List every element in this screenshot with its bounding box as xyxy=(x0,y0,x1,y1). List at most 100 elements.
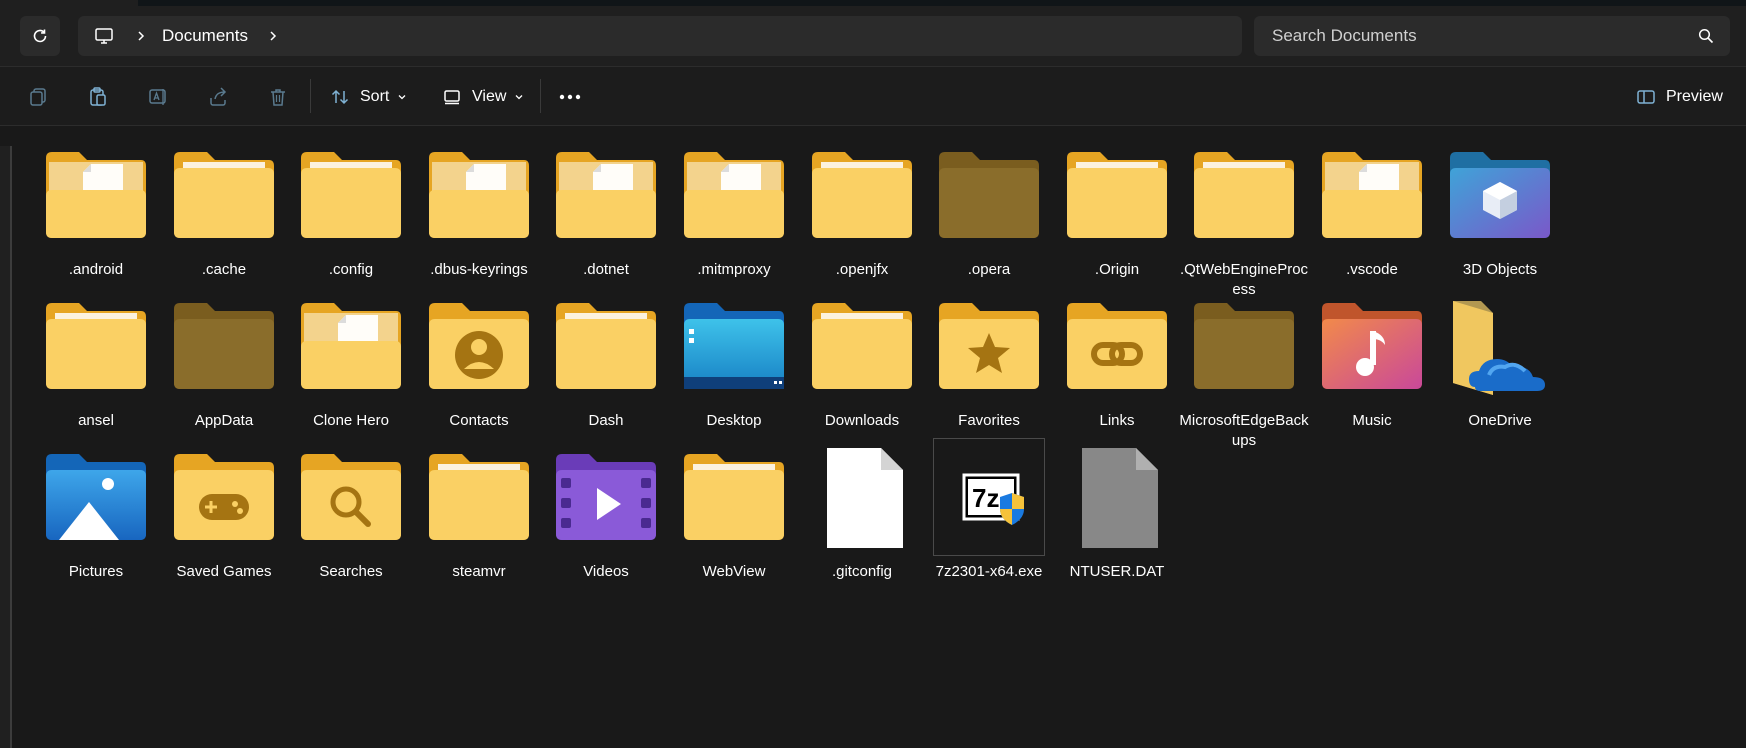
chevron-right-icon[interactable] xyxy=(268,30,278,42)
paste-icon[interactable] xyxy=(86,85,110,109)
search-input[interactable] xyxy=(1270,25,1674,47)
grid-item[interactable]: steamvr xyxy=(409,446,549,582)
grid-item[interactable]: Videos xyxy=(536,446,676,582)
grid-item[interactable]: Desktop xyxy=(664,295,804,431)
links-folder-icon xyxy=(1062,295,1172,399)
item-name: .config xyxy=(328,261,374,278)
saved-games-folder-icon xyxy=(169,446,279,550)
grid-item[interactable]: NTUSER.DAT xyxy=(1047,446,1187,582)
grid-item[interactable]: MicrosoftEdgeBackups xyxy=(1174,295,1314,451)
grid-item[interactable]: OneDrive xyxy=(1430,295,1570,431)
grid-item[interactable]: .config xyxy=(281,144,421,280)
folder-hidden-icon xyxy=(934,144,1044,248)
selection-frame: 7z xyxy=(933,438,1045,556)
grid-item[interactable]: .openjfx xyxy=(792,144,932,280)
item-name: .Origin xyxy=(1094,261,1140,278)
grid-item[interactable]: Saved Games xyxy=(154,446,294,582)
grid-item[interactable]: .dotnet xyxy=(536,144,676,280)
preview-button[interactable]: Preview xyxy=(1636,83,1723,111)
item-name: ansel xyxy=(78,412,114,429)
copy-icon[interactable] xyxy=(26,85,50,109)
view-button[interactable]: View xyxy=(442,83,524,111)
item-name: steamvr xyxy=(452,563,506,580)
folder-icon xyxy=(551,295,661,399)
grid-item[interactable]: .mitmproxy xyxy=(664,144,804,280)
this-pc-icon[interactable] xyxy=(94,27,114,45)
toolbar-separator xyxy=(310,79,311,113)
grid-item[interactable]: .opera xyxy=(919,144,1059,280)
item-name: Videos xyxy=(583,563,629,580)
system-file-icon xyxy=(1062,446,1172,550)
folder-with-file-icon xyxy=(296,295,406,399)
grid-item[interactable]: .Origin xyxy=(1047,144,1187,280)
grid-item[interactable]: ansel xyxy=(26,295,166,431)
grid-item[interactable]: 7z 7z2301-x64.exe xyxy=(919,438,1059,582)
view-icon xyxy=(444,90,460,105)
svg-text:7z: 7z xyxy=(972,483,999,513)
grid-item[interactable]: .gitconfig xyxy=(792,446,932,582)
folder-with-file-icon xyxy=(679,144,789,248)
folder-icon xyxy=(679,446,789,550)
item-name: Dash xyxy=(588,412,624,429)
grid-item[interactable]: Clone Hero xyxy=(281,295,421,431)
grid-item[interactable]: .cache xyxy=(154,144,294,280)
item-name: Links xyxy=(1099,412,1135,429)
folder-icon xyxy=(1062,144,1172,248)
videos-folder-icon xyxy=(551,446,661,550)
refresh-icon xyxy=(33,29,47,43)
grid-item[interactable]: .QtWebEngineProcess xyxy=(1174,144,1314,300)
search-icon[interactable] xyxy=(1698,28,1714,44)
sort-button[interactable]: Sort xyxy=(330,83,407,111)
navigation-pane-edge[interactable] xyxy=(0,146,12,748)
refresh-button[interactable] xyxy=(20,16,60,56)
more-options-icon[interactable] xyxy=(558,85,582,109)
sort-icon xyxy=(331,89,349,105)
folder-with-file-icon xyxy=(551,144,661,248)
chevron-down-icon xyxy=(397,93,407,101)
item-name: .opera xyxy=(967,261,1011,278)
item-name: Favorites xyxy=(958,412,1020,429)
chevron-down-icon xyxy=(514,93,524,101)
desktop-folder-icon xyxy=(679,295,789,399)
rename-icon[interactable] xyxy=(146,85,170,109)
item-name: .android xyxy=(68,261,124,278)
grid-item[interactable]: Dash xyxy=(536,295,676,431)
grid-item[interactable]: Music xyxy=(1302,295,1442,431)
grid-item[interactable]: Searches xyxy=(281,446,421,582)
item-name: Clone Hero xyxy=(313,412,389,429)
grid-item[interactable]: AppData xyxy=(154,295,294,431)
folder-icon xyxy=(807,295,917,399)
item-name: .cache xyxy=(201,261,247,278)
delete-icon[interactable] xyxy=(266,85,290,109)
command-bar: Sort View Preview xyxy=(0,66,1746,126)
chevron-right-icon[interactable] xyxy=(136,30,146,42)
searches-folder-icon xyxy=(296,446,406,550)
grid-item[interactable]: Contacts xyxy=(409,295,549,431)
folder-icon xyxy=(424,446,534,550)
folder-with-file-icon xyxy=(41,144,151,248)
grid-item[interactable]: .vscode xyxy=(1302,144,1442,280)
search-box[interactable] xyxy=(1254,16,1730,56)
share-icon[interactable] xyxy=(206,85,230,109)
item-name: .gitconfig xyxy=(831,563,893,580)
grid-item[interactable]: 3D Objects xyxy=(1430,144,1570,280)
grid-item[interactable]: WebView xyxy=(664,446,804,582)
favorites-folder-icon xyxy=(934,295,1044,399)
grid-item[interactable]: Downloads xyxy=(792,295,932,431)
onedrive-folder-icon xyxy=(1445,295,1555,399)
grid-item[interactable]: .dbus-keyrings xyxy=(409,144,549,280)
folder-icon xyxy=(41,295,151,399)
folder-hidden-icon xyxy=(169,295,279,399)
item-name: NTUSER.DAT xyxy=(1069,563,1165,580)
preview-label: Preview xyxy=(1666,88,1723,105)
breadcrumb-documents[interactable]: Documents xyxy=(162,26,248,46)
grid-item[interactable]: Favorites xyxy=(919,295,1059,431)
grid-item[interactable]: .android xyxy=(26,144,166,280)
item-name: Desktop xyxy=(706,412,762,429)
item-name: .QtWebEngineProcess xyxy=(1179,261,1309,298)
address-bar[interactable]: Documents xyxy=(78,16,1242,56)
pictures-folder-icon xyxy=(41,446,151,550)
grid-item[interactable]: Links xyxy=(1047,295,1187,431)
7zip-installer-icon: 7z xyxy=(933,438,1045,556)
grid-item[interactable]: Pictures xyxy=(26,446,166,582)
